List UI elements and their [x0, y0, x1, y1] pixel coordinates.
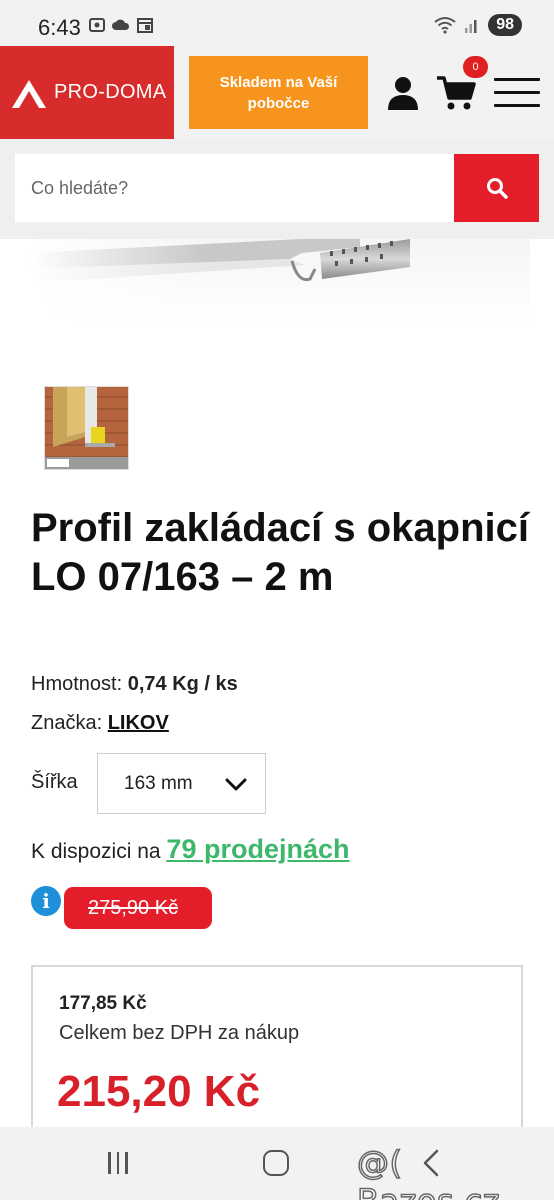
- brand-label: Značka:: [31, 712, 103, 734]
- store-availability-button[interactable]: Skladem na Vaší pobočce: [189, 56, 368, 129]
- menu-icon[interactable]: [494, 78, 540, 108]
- info-icon[interactable]: i: [31, 886, 61, 916]
- price-with-vat: 215,20 Kč: [57, 1067, 261, 1116]
- calendar-icon: [137, 18, 153, 33]
- old-price-badge: 275,90 Kč: [64, 887, 212, 929]
- product-image-graphic: [30, 239, 530, 324]
- product-title: Profil zakládací s okapnicí LO 07/163 – …: [31, 506, 529, 599]
- system-nav-bar: @( Bazos.cz: [0, 1127, 554, 1200]
- cloud-icon: [112, 19, 130, 30]
- brand-link[interactable]: LIKOV: [108, 712, 169, 734]
- search-bar: [0, 139, 554, 239]
- status-icons-left: [88, 16, 154, 34]
- search-button[interactable]: [454, 154, 539, 222]
- logo-mark-icon: [12, 79, 46, 108]
- width-selected-value: 163 mm: [124, 772, 193, 794]
- product-main-image[interactable]: [30, 239, 530, 324]
- logo-text: PRO-DOMA: [54, 81, 167, 103]
- user-icon[interactable]: [387, 76, 419, 110]
- logo[interactable]: PRO-DOMA: [0, 46, 174, 139]
- price-box: 177,85 Kč Celkem bez DPH za nákup 215,20…: [31, 965, 523, 1135]
- watermark: @( Bazos.cz: [356, 1143, 500, 1200]
- status-time: 6:43: [38, 15, 81, 40]
- battery-level: 98: [488, 14, 522, 36]
- cart-icon[interactable]: [436, 74, 476, 112]
- home-icon[interactable]: [263, 1150, 289, 1176]
- availability: K dispozici na 79 prodejnách: [31, 834, 349, 865]
- chevron-down-icon: [225, 778, 247, 791]
- thumbnail-graphic: [45, 387, 128, 469]
- product-thumbnail[interactable]: [44, 386, 129, 470]
- price-without-vat-label: Celkem bez DPH za nákup: [59, 1022, 300, 1044]
- site-header: PRO-DOMA Skladem na Vaší pobočce 0: [0, 46, 554, 139]
- product-weight: Hmotnost: 0,74 Kg / ks: [31, 673, 238, 696]
- availability-prefix: K dispozici na: [31, 840, 161, 863]
- availability-stores-link[interactable]: 79 prodejnách: [166, 834, 349, 864]
- width-label: Šířka: [31, 771, 78, 793]
- weight-label: Hmotnost:: [31, 673, 123, 695]
- cart-count-badge: 0: [463, 56, 488, 78]
- status-icons-right: 98: [434, 14, 522, 36]
- search-icon: [486, 178, 508, 199]
- weight-value: 0,74 Kg / ks: [127, 673, 238, 695]
- status-bar: 6:43 98: [0, 0, 554, 50]
- price-without-vat: 177,85 Kč: [59, 993, 147, 1014]
- product-brand: Značka: LIKOV: [31, 712, 169, 735]
- screenshot-icon: [89, 18, 105, 32]
- search-input[interactable]: [15, 154, 454, 222]
- recent-apps-icon[interactable]: [108, 1152, 134, 1174]
- signal-icon: [465, 20, 477, 33]
- wifi-icon: [434, 17, 456, 34]
- width-select[interactable]: 163 mm: [97, 753, 266, 814]
